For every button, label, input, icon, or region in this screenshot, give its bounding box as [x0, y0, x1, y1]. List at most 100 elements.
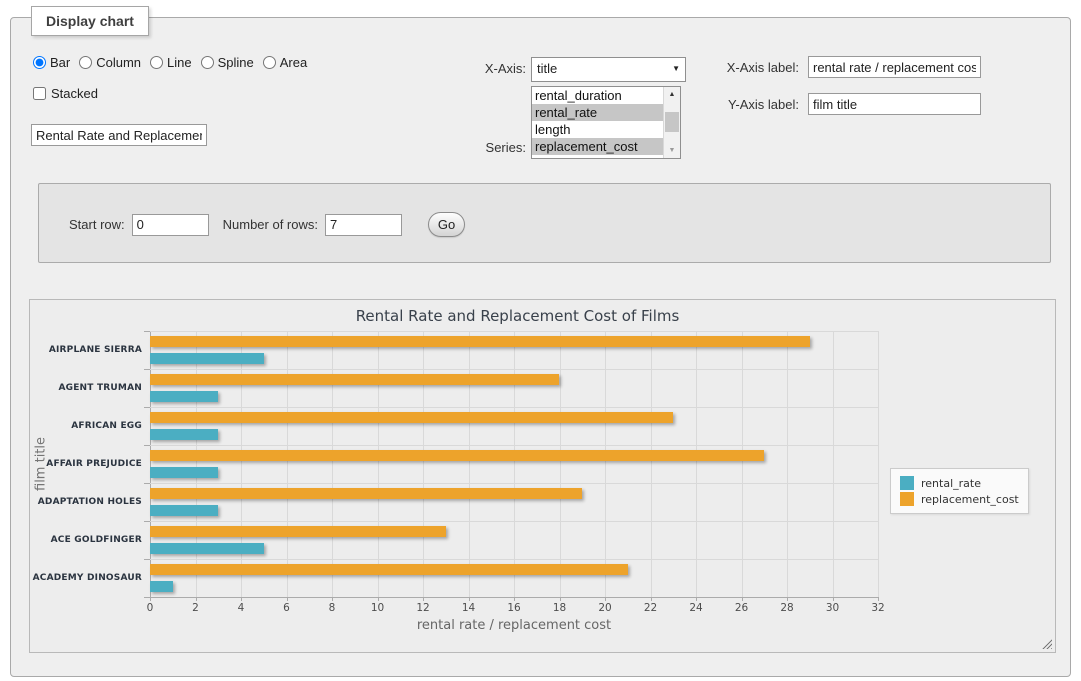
chart-type-radio-line[interactable] — [150, 56, 163, 69]
gridline-x-28 — [787, 331, 788, 597]
y-axis-label-input[interactable] — [808, 93, 981, 115]
legend-item-rental_rate[interactable]: rental_rate — [900, 476, 1019, 490]
chart-type-option-area[interactable]: Area — [263, 55, 307, 70]
x-axis-label-input[interactable] — [808, 56, 981, 78]
stacked-label: Stacked — [51, 86, 98, 101]
start-row-input[interactable] — [132, 214, 209, 236]
gridline-x-0 — [150, 331, 151, 597]
series-option-replacement_cost[interactable]: replacement_cost — [532, 138, 664, 155]
category-label-5: ACE GOLDFINGER — [30, 521, 142, 559]
scroll-down-icon[interactable]: ▼ — [664, 143, 680, 158]
bar-replacement_cost-5[interactable] — [150, 526, 446, 537]
category-label-0: AIRPLANE SIERRA — [30, 331, 142, 369]
chart-type-radio-spline[interactable] — [201, 56, 214, 69]
gridline-x-4 — [241, 331, 242, 597]
num-rows-input[interactable] — [325, 214, 402, 236]
gridline-x-26 — [742, 331, 743, 597]
series-label: Series: — [456, 140, 526, 155]
x-tick-label-10: 10 — [371, 602, 384, 614]
chart-type-option-bar[interactable]: Bar — [33, 55, 70, 70]
chart-type-radio-bar[interactable] — [33, 56, 46, 69]
x-tick-label-18: 18 — [553, 602, 566, 614]
listbox-scrollbar[interactable]: ▲ ▼ — [663, 87, 680, 158]
legend-label-rental_rate: rental_rate — [921, 477, 981, 490]
x-tick-label-4: 4 — [238, 602, 245, 614]
x-axis-title: rental rate / replacement cost — [150, 618, 878, 633]
gridline-x-18 — [560, 331, 561, 597]
series-option-length[interactable]: length — [532, 121, 664, 138]
go-button[interactable]: Go — [428, 212, 465, 237]
x-tick-label-12: 12 — [416, 602, 429, 614]
series-option-rental_duration[interactable]: rental_duration — [532, 87, 664, 104]
scrollbar-track[interactable] — [664, 102, 680, 143]
chart-type-label-area: Area — [280, 55, 307, 70]
bar-replacement_cost-6[interactable] — [150, 564, 628, 575]
y-tick-mark-1 — [144, 369, 150, 370]
y-tick-mark-2 — [144, 407, 150, 408]
x-tick-labels: 02468101214161820222426283032 — [150, 602, 878, 615]
display-chart-panel: Display chart BarColumnLineSplineArea St… — [10, 17, 1071, 677]
bar-rental_rate-1[interactable] — [150, 391, 218, 402]
bar-replacement_cost-0[interactable] — [150, 336, 810, 347]
gridline-x-8 — [332, 331, 333, 597]
resize-handle-icon[interactable] — [1041, 638, 1052, 649]
bar-rental_rate-6[interactable] — [150, 581, 173, 592]
legend-item-replacement_cost[interactable]: replacement_cost — [900, 492, 1019, 506]
category-label-1: AGENT TRUMAN — [30, 369, 142, 407]
gridline-x-12 — [423, 331, 424, 597]
gridline-y-4 — [150, 483, 878, 484]
scroll-up-icon[interactable]: ▲ — [664, 87, 680, 102]
gridline-y-2 — [150, 407, 878, 408]
bar-replacement_cost-2[interactable] — [150, 412, 673, 423]
x-tick-label-2: 2 — [192, 602, 199, 614]
bar-rental_rate-4[interactable] — [150, 505, 218, 516]
x-tick-label-30: 30 — [826, 602, 839, 614]
chart-type-label-spline: Spline — [218, 55, 254, 70]
y-tick-mark-7 — [144, 597, 150, 598]
stacked-checkbox[interactable] — [33, 87, 46, 100]
bar-replacement_cost-3[interactable] — [150, 450, 764, 461]
legend-label-replacement_cost: replacement_cost — [921, 493, 1019, 506]
chart-type-option-column[interactable]: Column — [79, 55, 141, 70]
chart-type-option-spline[interactable]: Spline — [201, 55, 254, 70]
x-tick-label-6: 6 — [283, 602, 290, 614]
x-tick-label-22: 22 — [644, 602, 657, 614]
bar-rental_rate-5[interactable] — [150, 543, 264, 554]
y-tick-mark-5 — [144, 521, 150, 522]
legend-swatch-rental_rate — [900, 476, 914, 490]
chart-container: Rental Rate and Replacement Cost of Film… — [29, 299, 1056, 653]
x-axis-select[interactable]: title ▼ — [531, 57, 686, 82]
gridline-y-1 — [150, 369, 878, 370]
series-option-rental_rate[interactable]: rental_rate — [532, 104, 664, 121]
chart-type-radio-column[interactable] — [79, 56, 92, 69]
gridline-y-0 — [150, 331, 878, 332]
gridline-y-6 — [150, 559, 878, 560]
plot-area — [150, 331, 878, 597]
x-tick-mark-32 — [878, 597, 879, 601]
gridline-x-14 — [469, 331, 470, 597]
chart-type-option-line[interactable]: Line — [150, 55, 192, 70]
series-listbox[interactable]: rental_durationrental_ratelengthreplacem… — [531, 86, 681, 159]
page: Display chart Bar Column Line Spline Area St… — [0, 0, 1081, 681]
bar-rental_rate-3[interactable] — [150, 467, 218, 478]
chart-type-label-line: Line — [167, 55, 192, 70]
bar-replacement_cost-1[interactable] — [150, 374, 559, 385]
stacked-option[interactable]: Stacked — [33, 86, 98, 101]
chart-type-radio-area[interactable] — [263, 56, 276, 69]
bar-replacement_cost-4[interactable] — [150, 488, 582, 499]
y-tick-mark-0 — [144, 331, 150, 332]
chart-title-input[interactable] — [31, 124, 207, 146]
bar-rental_rate-0[interactable] — [150, 353, 264, 364]
x-tick-label-32: 32 — [871, 602, 884, 614]
scrollbar-thumb[interactable] — [665, 112, 679, 132]
rows-panel: Start row: Number of rows: Go — [38, 183, 1051, 263]
panel-title: Display chart — [31, 6, 149, 36]
bar-rental_rate-2[interactable] — [150, 429, 218, 440]
x-tick-label-16: 16 — [507, 602, 520, 614]
x-axis-label-field-label: X-Axis label: — [711, 60, 799, 75]
gridline-x-22 — [651, 331, 652, 597]
x-tick-label-28: 28 — [780, 602, 793, 614]
gridline-y-7 — [150, 597, 878, 598]
series-listbox-options: rental_durationrental_ratelengthreplacem… — [532, 87, 664, 158]
category-label-4: ADAPTATION HOLES — [30, 483, 142, 521]
